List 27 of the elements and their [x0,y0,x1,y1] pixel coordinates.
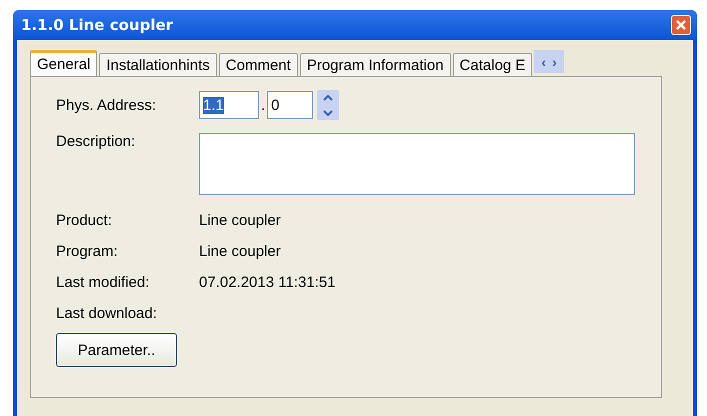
field-value: 07.02.2013 11:31:51 [199,274,336,291]
tab-scroll-button[interactable]: › [549,54,560,70]
field-label: Description: [56,133,136,150]
address-separator: . [261,96,266,114]
field-label: Phys. Address: [56,96,158,114]
tab[interactable]: Catalog E [452,53,532,76]
field-label: Last modified: [56,274,150,291]
parameter-button[interactable]: Parameter.. [56,333,177,367]
field-label: Product: [56,212,113,229]
window-title: 1.1.0 Line coupler [21,16,174,34]
tab[interactable]: General [30,50,98,76]
field-label: Program: [56,243,119,260]
field-value: 0 [271,96,280,114]
spinner-button[interactable] [317,90,340,120]
field-value: Line coupler [199,212,281,229]
close-icon [675,19,687,31]
address-field[interactable]: 0 [267,91,314,119]
close-button[interactable] [671,15,691,35]
tab[interactable]: Installationhints [99,53,217,76]
tab-scroll-button[interactable]: ‹ [538,54,550,70]
field-value: Line coupler [199,243,281,260]
tab[interactable]: Comment [218,53,298,76]
field-label: Last download: [56,305,158,322]
field-value: 1.1 [203,96,224,114]
tab[interactable]: Program Information [300,53,451,76]
description-field[interactable] [199,133,635,195]
address-field[interactable]: 1.1 [199,91,259,119]
